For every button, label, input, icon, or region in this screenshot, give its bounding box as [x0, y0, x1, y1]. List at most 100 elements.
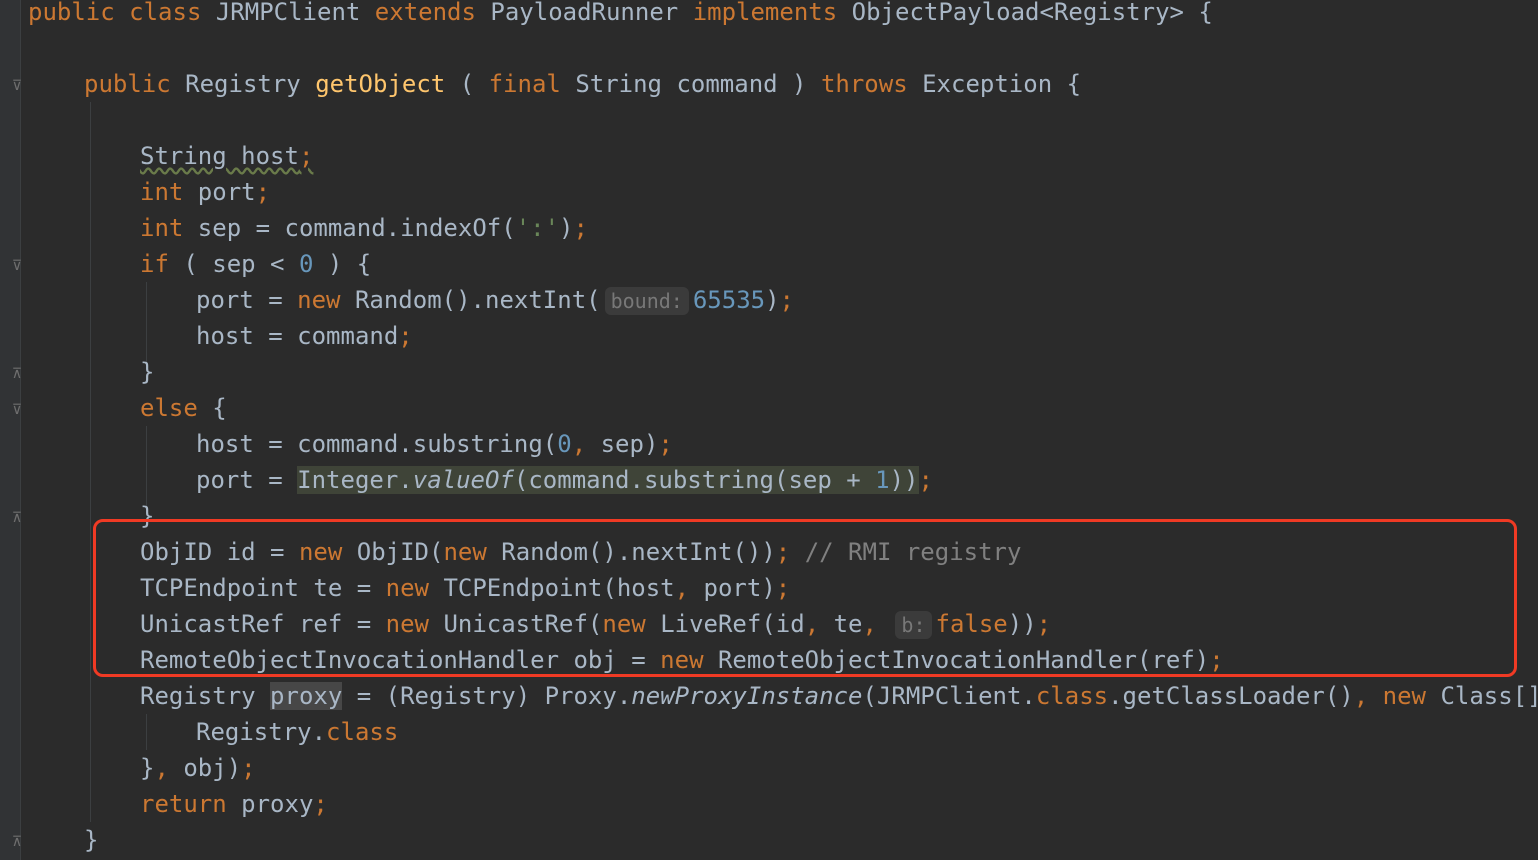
code-token: Registry: [185, 70, 316, 98]
code-token: ,: [154, 754, 184, 782]
code-token: ): [559, 214, 574, 242]
code-token: class: [1035, 682, 1109, 710]
code-token: new: [1382, 682, 1441, 710]
code-token: return: [140, 790, 242, 818]
indent-guide: [146, 426, 147, 506]
code-token: JRMPClient: [215, 0, 375, 26]
code-token: extends: [374, 0, 491, 26]
code-token: (: [459, 70, 489, 98]
code-token: host = command: [196, 322, 399, 350]
code-line[interactable]: Registry.class: [196, 714, 398, 750]
code-token: (JRMPClient.: [862, 682, 1036, 710]
code-token: ) {: [313, 250, 372, 278]
code-token: port =: [196, 466, 298, 494]
code-line[interactable]: if ( sep < 0 ) {: [140, 246, 371, 282]
code-token: Registry.: [196, 718, 327, 746]
code-token: port: [197, 178, 256, 206]
code-token: throws: [820, 70, 923, 98]
code-token: new: [297, 286, 355, 314]
code-token: ;: [779, 286, 794, 314]
code-line[interactable]: host = command.substring(0, sep);: [196, 426, 673, 462]
code-token: sep): [600, 430, 659, 458]
code-token: }: [140, 358, 155, 386]
code-token: ;: [918, 466, 933, 494]
code-token: implements: [692, 0, 852, 26]
editor-gutter[interactable]: [0, 0, 21, 860]
code-token: host = command.substring(: [196, 430, 558, 458]
fold-open-icon[interactable]: ⊽: [9, 78, 25, 94]
code-token: proxy: [241, 790, 314, 818]
code-line[interactable]: public class JRMPClient extends PayloadR…: [28, 0, 1213, 30]
code-token: ;: [658, 430, 673, 458]
code-token: int: [140, 178, 198, 206]
code-token: 1: [875, 466, 890, 494]
code-line[interactable]: String host;: [140, 138, 313, 174]
code-line[interactable]: port = new Random().nextInt(bound: 65535)…: [196, 282, 794, 318]
code-token: String command ): [575, 70, 821, 98]
code-token: public class: [28, 0, 216, 26]
indent-guide: [146, 714, 147, 750]
code-line[interactable]: int sep = command.indexOf(':');: [140, 210, 588, 246]
fold-close-icon[interactable]: ⊼: [9, 834, 25, 850]
code-token: ): [765, 286, 780, 314]
code-line[interactable]: Registry proxy = (Registry) Proxy.newPro…: [140, 678, 1538, 714]
code-line[interactable]: public Registry getObject ( final String…: [84, 66, 1081, 102]
code-token: Class[] {: [1440, 682, 1538, 710]
code-token: Integer.: [297, 466, 413, 494]
code-token: String host: [140, 142, 299, 170]
code-token: {: [212, 394, 227, 422]
code-line[interactable]: }: [84, 822, 98, 858]
code-token: ;: [241, 754, 256, 782]
code-token: Registry: [140, 682, 271, 710]
indent-guide: [90, 102, 91, 822]
code-token: class: [326, 718, 399, 746]
code-token: sep = command.indexOf(: [197, 214, 516, 242]
code-token: 65535: [692, 286, 766, 314]
indent-guide: [146, 282, 147, 362]
code-token: else: [140, 394, 213, 422]
code-token: obj): [183, 754, 242, 782]
code-token: ;: [573, 214, 588, 242]
highlight-annotation-box: [93, 519, 1517, 677]
code-token: }: [84, 826, 99, 854]
code-token: )): [889, 466, 919, 494]
code-line[interactable]: host = command;: [196, 318, 413, 354]
code-line[interactable]: return proxy;: [140, 786, 328, 822]
code-token: proxy: [270, 682, 343, 710]
code-token: ObjectPayload<Registry> {: [851, 0, 1213, 26]
fold-open-icon[interactable]: ⊽: [9, 402, 25, 418]
code-token: (command.substring(sep +: [513, 466, 876, 494]
code-line[interactable]: port = Integer.valueOf(command.substring…: [196, 462, 933, 498]
code-token: 0: [557, 430, 572, 458]
code-token: ,: [1353, 682, 1383, 710]
code-token: int: [140, 214, 198, 242]
code-token: ( sep <: [183, 250, 299, 278]
code-token: ;: [398, 322, 413, 350]
code-line[interactable]: }, obj);: [140, 750, 256, 786]
code-token: port =: [196, 286, 298, 314]
code-token: valueOf: [412, 466, 514, 494]
code-token: = (Registry) Proxy.: [342, 682, 632, 710]
code-token: ':': [515, 214, 560, 242]
code-token: Exception {: [922, 70, 1082, 98]
fold-close-icon[interactable]: ⊼: [9, 366, 25, 382]
code-line[interactable]: }: [140, 354, 154, 390]
code-token: getObject: [315, 70, 460, 98]
code-token: final: [488, 70, 576, 98]
code-token: Random().nextInt(: [354, 286, 601, 314]
code-token: ,: [571, 430, 601, 458]
code-token: newProxyInstance: [631, 682, 863, 710]
code-token: public: [84, 70, 186, 98]
code-token: .getClassLoader(): [1108, 682, 1354, 710]
parameter-hint: bound:: [604, 287, 689, 315]
fold-close-icon[interactable]: ⊼: [9, 510, 25, 526]
code-token: 0: [298, 250, 314, 278]
code-line[interactable]: else {: [140, 390, 227, 426]
code-token: }: [140, 754, 155, 782]
code-token: PayloadRunner: [490, 0, 693, 26]
fold-open-icon[interactable]: ⊽: [9, 258, 25, 274]
code-token: ;: [313, 790, 328, 818]
code-token: ;: [298, 142, 314, 170]
code-line[interactable]: int port;: [140, 174, 270, 210]
code-token: if: [140, 250, 184, 278]
